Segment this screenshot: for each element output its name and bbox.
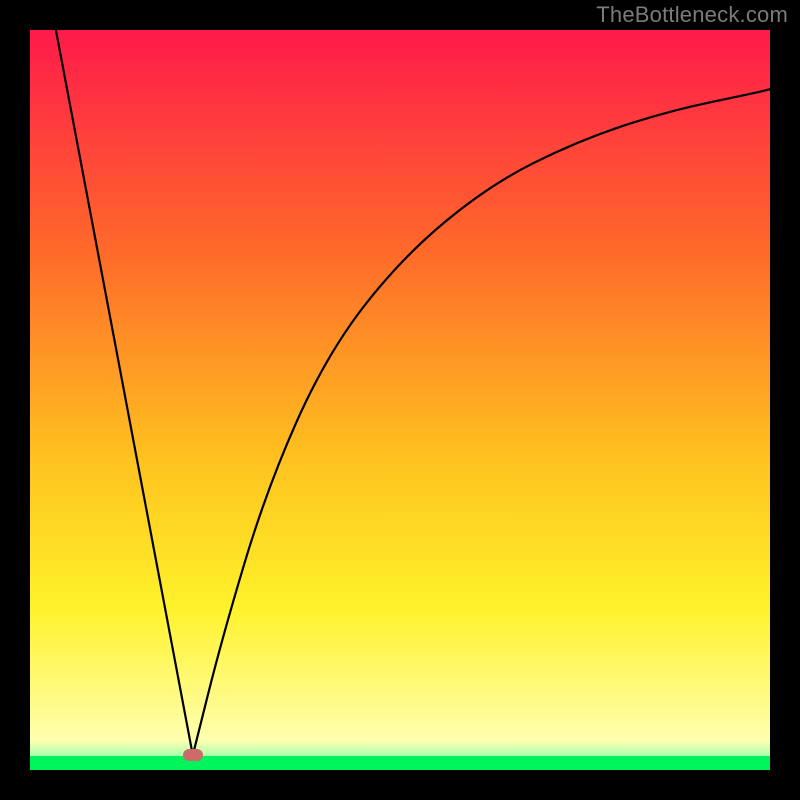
watermark-text: TheBottleneck.com bbox=[596, 2, 788, 28]
minimum-marker bbox=[183, 749, 203, 761]
chart-frame: TheBottleneck.com bbox=[0, 0, 800, 800]
bottleneck-curve bbox=[30, 30, 770, 770]
plot-area bbox=[30, 30, 770, 770]
